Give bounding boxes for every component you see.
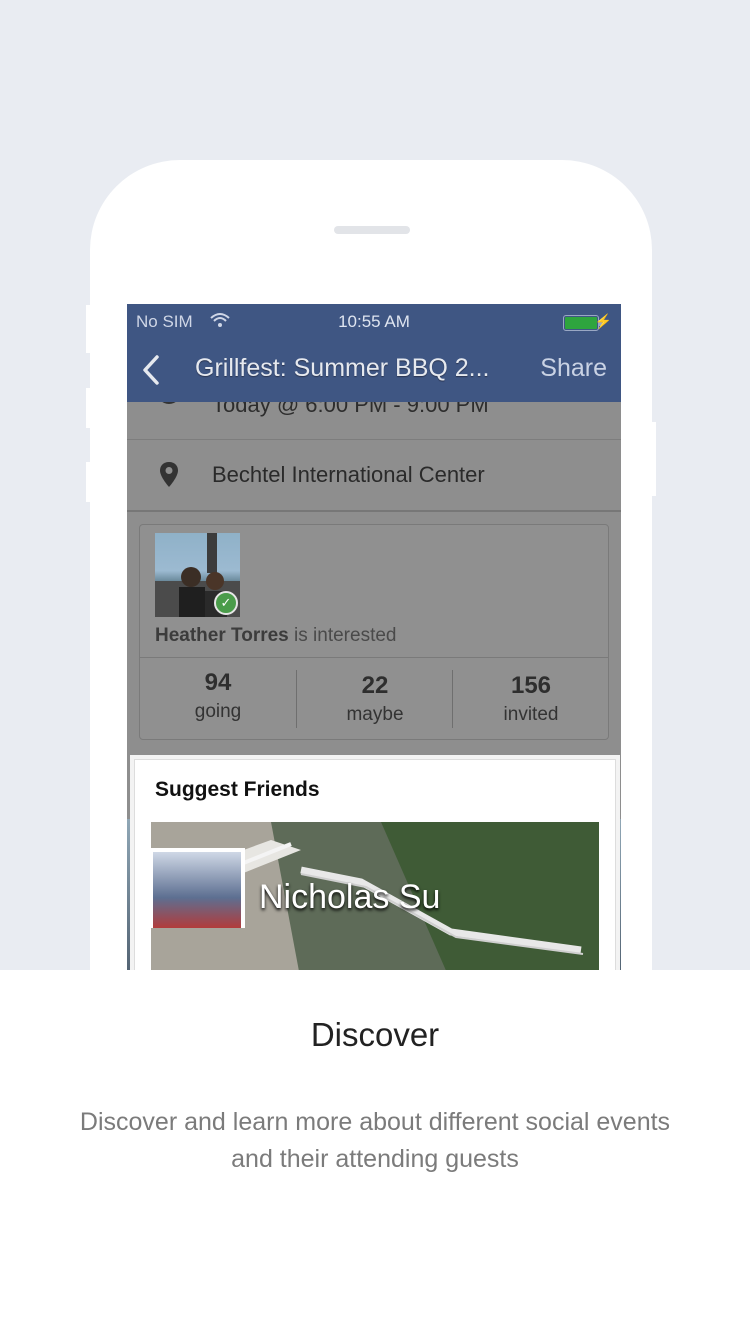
stat-value: 22 — [361, 672, 389, 699]
status-time: 10:55 AM — [338, 312, 410, 331]
stat-value: 156 — [510, 672, 552, 699]
chevron-left-icon[interactable] — [137, 353, 167, 387]
stat-going[interactable]: 94 going — [140, 658, 296, 740]
attendance-stats: 94 going 22 maybe 156 invited — [140, 657, 608, 740]
location-pin-icon — [160, 462, 178, 487]
event-location-row[interactable]: Bechtel International Center — [127, 440, 621, 512]
onboarding-panel: Discover Discover and learn more about d… — [0, 970, 750, 1334]
interest-text: Heather Torres is interested — [155, 625, 397, 647]
onboarding-description: Discover and learn more about different … — [79, 1108, 671, 1173]
charging-icon: ⚡ — [594, 313, 612, 329]
event-location: Bechtel International Center — [212, 462, 485, 487]
phone-speaker — [334, 226, 410, 234]
suggest-friends-card: Suggest Friends Nicholas Su — [134, 759, 616, 970]
stat-label: invited — [503, 704, 559, 725]
share-button[interactable]: Share — [540, 354, 607, 383]
page-title: Grillfest: Summer BBQ 2... — [195, 354, 490, 382]
interest-suffix: is interested — [294, 625, 397, 646]
status-bar: No SIM 10:55 AM ⚡ — [127, 312, 621, 334]
app-screen: Today @ 6:00 PM - 9:00 PM Bechtel Intern… — [127, 304, 621, 970]
phone-side-button — [86, 462, 92, 502]
stat-label: going — [194, 701, 242, 722]
stat-invited[interactable]: 156 invited — [453, 658, 609, 740]
app-header: No SIM 10:55 AM ⚡ Grillfest: Summer BBQ … — [127, 304, 621, 402]
phone-side-button — [86, 388, 92, 428]
stat-maybe[interactable]: 22 maybe — [297, 658, 453, 740]
suggest-friends-heading: Suggest Friends — [155, 778, 320, 801]
onboarding-title: Discover — [310, 1016, 440, 1053]
nav-bar: Grillfest: Summer BBQ 2... Share — [127, 344, 621, 396]
phone-side-button — [86, 305, 92, 353]
friend-thumbnail[interactable] — [149, 848, 245, 928]
interested-friend-name[interactable]: Heather Torres — [155, 625, 289, 646]
stat-value: 94 — [204, 669, 232, 696]
phone-side-button — [648, 422, 656, 496]
suggested-friend-name[interactable]: Nicholas Su — [259, 878, 440, 917]
attendance-card: ✓ Heather Torres is interested 94 going … — [139, 524, 609, 740]
stat-label: maybe — [346, 704, 404, 725]
checkmark-icon: ✓ — [214, 591, 238, 615]
